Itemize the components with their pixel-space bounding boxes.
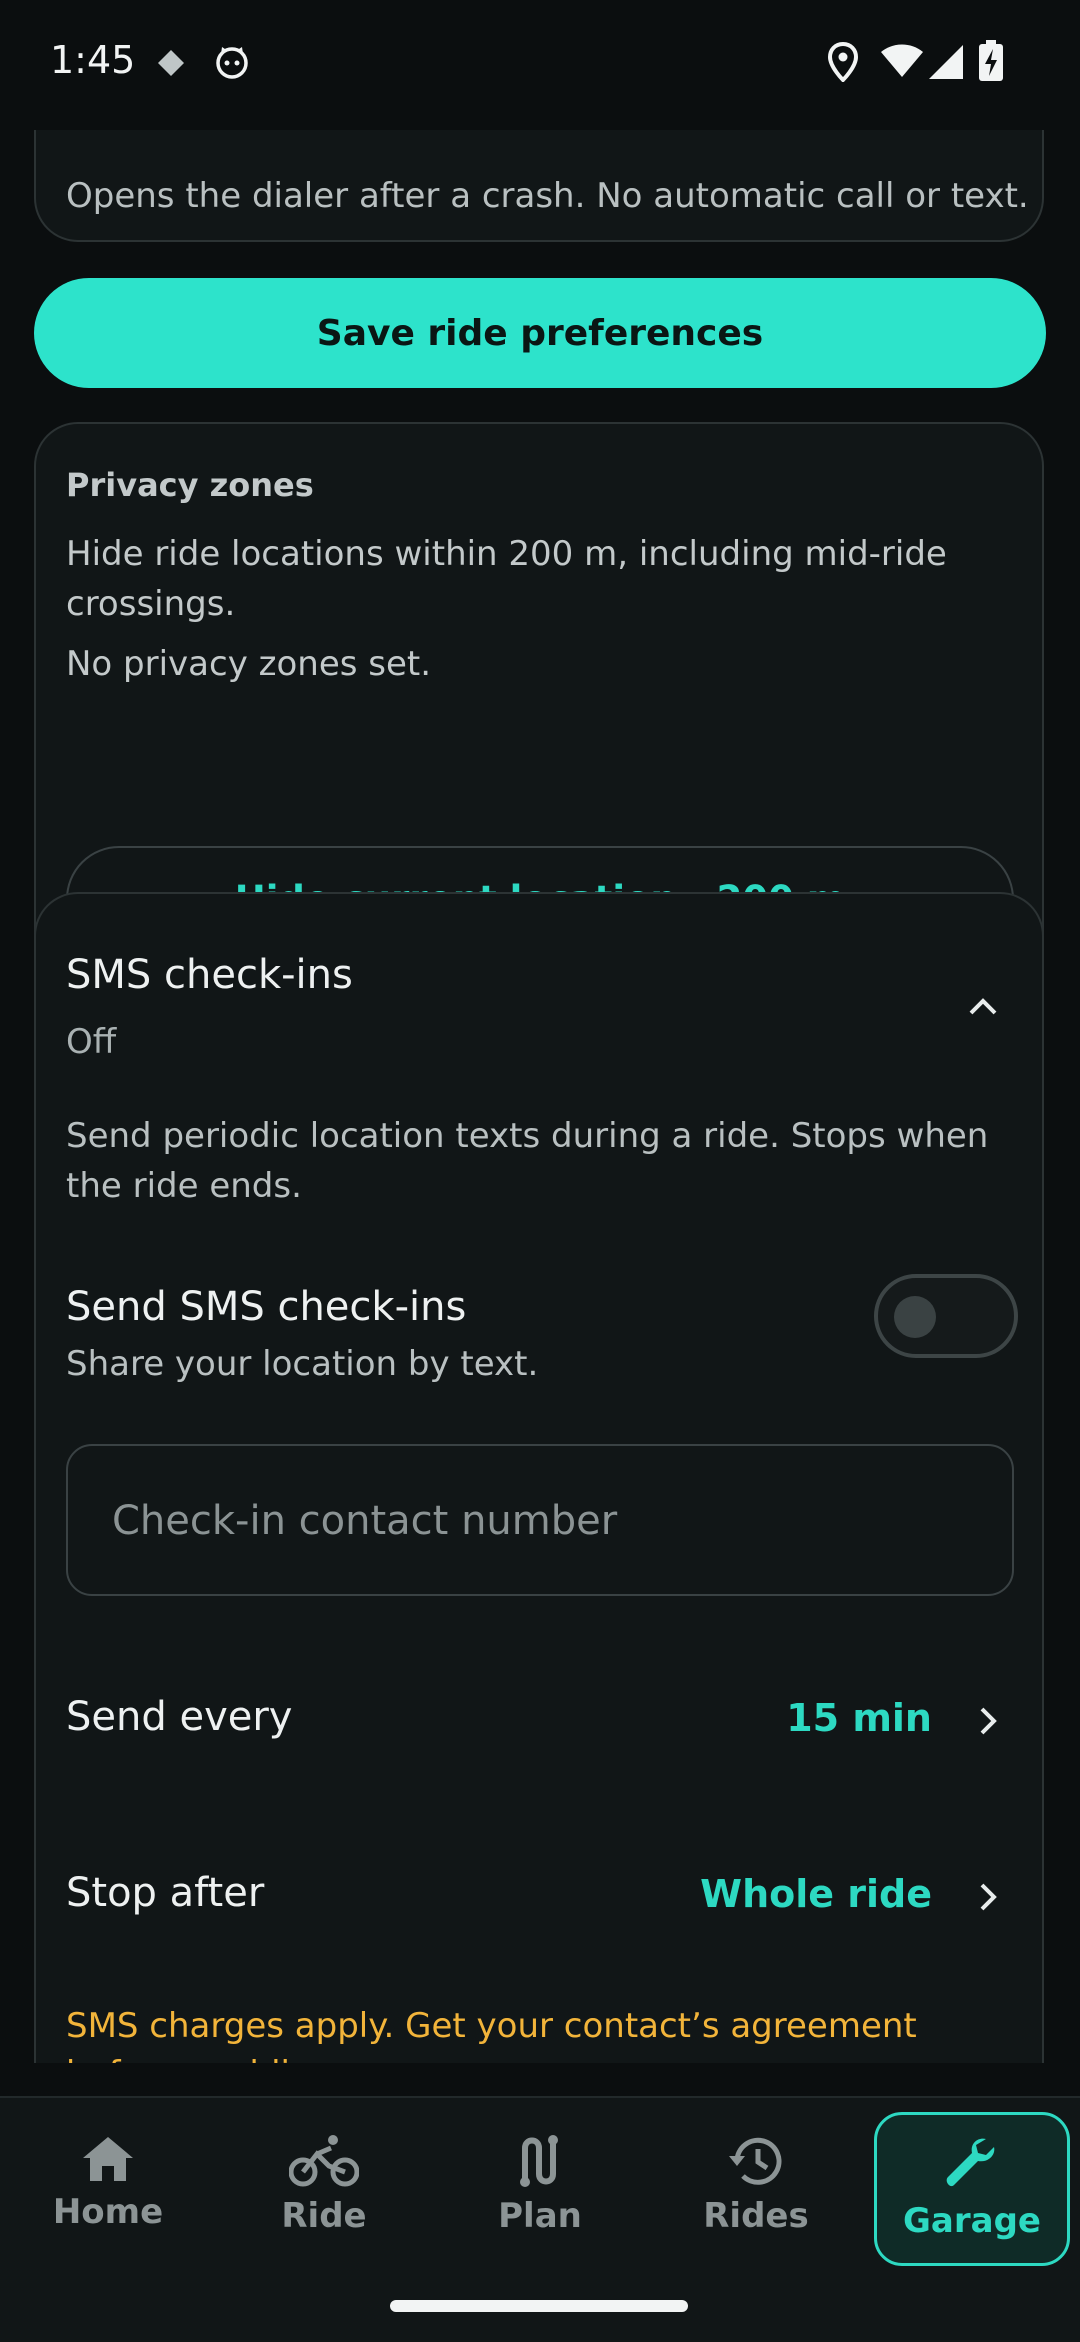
nav-rides-label: Rides: [703, 2196, 809, 2236]
battery-charging-icon: [979, 40, 1003, 81]
checkin-contact-field[interactable]: [66, 1444, 1014, 1596]
history-icon: [729, 2137, 782, 2185]
status-bar: 1:45: [0, 0, 1080, 130]
nav-rides[interactable]: Rides: [658, 2112, 854, 2266]
chevron-up-icon[interactable]: [968, 996, 998, 1016]
privacy-zones-title: Privacy zones: [66, 466, 314, 504]
home-icon: [83, 2137, 133, 2181]
crash-dialer-description: Opens the dialer after a crash. No autom…: [66, 176, 1029, 216]
sms-warning-line1: SMS charges apply. Get your contact’s ag…: [66, 2006, 917, 2046]
nav-home-label: Home: [52, 2192, 164, 2232]
send-every-row[interactable]: Send every 15 min: [36, 1654, 1042, 1784]
nav-garage[interactable]: Garage: [874, 2112, 1070, 2266]
crash-dialer-card: Opens the dialer after a crash. No autom…: [34, 130, 1044, 242]
send-every-value: 15 min: [786, 1696, 932, 1740]
sms-checkins-description-line2: the ride ends.: [66, 1166, 302, 1206]
privacy-zones-description-line2: crossings.: [66, 584, 236, 624]
home-gesture-indicator[interactable]: [390, 2300, 688, 2312]
navigation-diamond-icon: [158, 50, 184, 76]
wifi-icon: [881, 44, 923, 77]
sms-warning-line2: before enabling.: [66, 2054, 344, 2063]
toggle-knob: [894, 1296, 936, 1338]
status-time: 1:45: [50, 38, 136, 82]
signal-icon: [929, 45, 963, 79]
nav-plan[interactable]: Plan: [442, 2112, 638, 2266]
send-sms-checkins-label: Send SMS check-ins: [66, 1284, 467, 1330]
send-sms-checkins-toggle[interactable]: [874, 1274, 1018, 1358]
save-ride-preferences-button[interactable]: Save ride preferences: [34, 278, 1046, 388]
wrench-icon: [946, 2138, 995, 2187]
send-every-label: Send every: [66, 1694, 293, 1740]
route-icon: [520, 2135, 558, 2187]
nav-ride[interactable]: Ride: [226, 2112, 422, 2266]
chevron-right-icon: [980, 1707, 997, 1735]
cat-face-icon: [216, 47, 248, 79]
settings-scroll-area[interactable]: Opens the dialer after a crash. No autom…: [0, 130, 1080, 2063]
nav-ride-label: Ride: [281, 2196, 367, 2236]
sms-checkins-status: Off: [66, 1022, 117, 1062]
send-sms-checkins-sublabel: Share your location by text.: [66, 1344, 539, 1384]
stop-after-value: Whole ride: [700, 1872, 932, 1916]
stop-after-row[interactable]: Stop after Whole ride: [36, 1830, 1042, 1960]
privacy-zones-empty-text: No privacy zones set.: [66, 644, 432, 684]
stop-after-label: Stop after: [66, 1870, 265, 1916]
bike-icon: [289, 2135, 359, 2187]
privacy-zones-description-line1: Hide ride locations within 200 m, includ…: [66, 534, 947, 574]
nav-garage-label: Garage: [903, 2201, 1041, 2241]
chevron-right-icon: [980, 1883, 997, 1911]
sms-checkins-header[interactable]: SMS check-ins Off: [36, 894, 1042, 1074]
location-pin-icon: [828, 42, 858, 82]
checkin-contact-input[interactable]: [110, 1446, 974, 1596]
sms-checkins-title: SMS check-ins: [66, 952, 353, 998]
nav-plan-label: Plan: [498, 2196, 582, 2236]
sms-checkins-card: SMS check-ins Off Send periodic location…: [34, 892, 1044, 2063]
sms-checkins-description-line1: Send periodic location texts during a ri…: [66, 1116, 989, 1156]
nav-home[interactable]: Home: [10, 2112, 206, 2266]
